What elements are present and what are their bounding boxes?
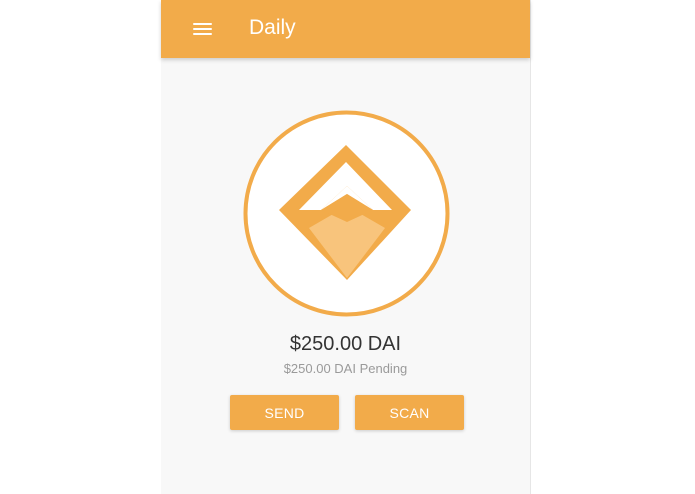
dai-diamond-logo-icon xyxy=(243,110,450,317)
menu-line xyxy=(193,33,212,35)
app-screen: Daily $250.00 DAI $250.00 DAI Pending SE… xyxy=(161,0,531,494)
pending-amount: $250.00 DAI Pending xyxy=(283,361,408,376)
app-bar: Daily xyxy=(161,0,530,58)
hamburger-menu-icon[interactable] xyxy=(190,17,216,41)
send-button[interactable]: SEND xyxy=(230,395,339,430)
scan-button[interactable]: SCAN xyxy=(355,395,464,430)
app-title: Daily xyxy=(249,16,296,39)
balance-amount: $250.00 DAI xyxy=(289,333,402,355)
menu-line xyxy=(193,28,212,30)
menu-line xyxy=(193,23,212,25)
